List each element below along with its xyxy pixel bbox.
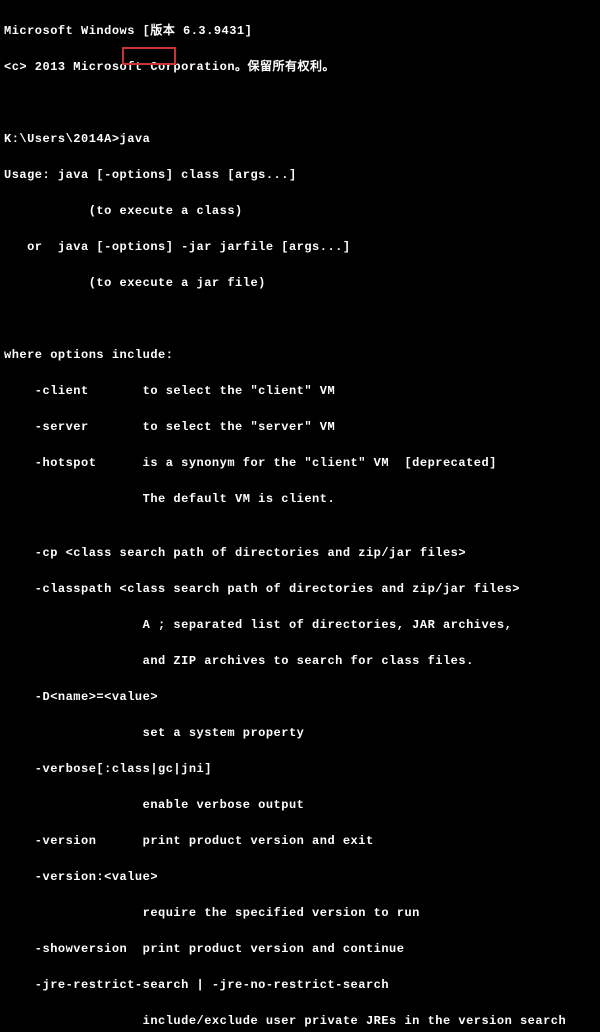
- usage-line-4: (to execute a jar file): [4, 274, 596, 292]
- prompt-line: K:\Users\2014A>java: [4, 130, 596, 148]
- option-line: and ZIP archives to search for class fil…: [4, 652, 596, 670]
- option-line: -hotspot is a synonym for the "client" V…: [4, 454, 596, 472]
- header-line-1: Microsoft Windows [版本 6.3.9431]: [4, 22, 596, 40]
- usage-line-3: or java [-options] -jar jarfile [args...…: [4, 238, 596, 256]
- option-line: set a system property: [4, 724, 596, 742]
- prompt-path: K:\Users\2014A>: [4, 132, 120, 146]
- option-line: -showversion print product version and c…: [4, 940, 596, 958]
- option-line: -D<name>=<value>: [4, 688, 596, 706]
- command-text: java: [120, 132, 151, 146]
- option-line: A ; separated list of directories, JAR a…: [4, 616, 596, 634]
- option-line: -classpath <class search path of directo…: [4, 580, 596, 598]
- options-header: where options include:: [4, 346, 596, 364]
- option-line: -client to select the "client" VM: [4, 382, 596, 400]
- option-line: The default VM is client.: [4, 490, 596, 508]
- blank-line: [4, 310, 596, 328]
- option-line: require the specified version to run: [4, 904, 596, 922]
- option-line: -server to select the "server" VM: [4, 418, 596, 436]
- header-line-2: <c> 2013 Microsoft Corporation。保留所有权利。: [4, 58, 596, 76]
- terminal-output[interactable]: Microsoft Windows [版本 6.3.9431] <c> 2013…: [4, 4, 596, 1032]
- option-line: -version:<value>: [4, 868, 596, 886]
- usage-line-2: (to execute a class): [4, 202, 596, 220]
- blank-line: [4, 94, 596, 112]
- option-line: -cp <class search path of directories an…: [4, 544, 596, 562]
- option-line: -jre-restrict-search | -jre-no-restrict-…: [4, 976, 596, 994]
- usage-line-1: Usage: java [-options] class [args...]: [4, 166, 596, 184]
- option-line: -verbose[:class|gc|jni]: [4, 760, 596, 778]
- option-line: include/exclude user private JREs in the…: [4, 1012, 596, 1030]
- option-line: enable verbose output: [4, 796, 596, 814]
- option-line: -version print product version and exit: [4, 832, 596, 850]
